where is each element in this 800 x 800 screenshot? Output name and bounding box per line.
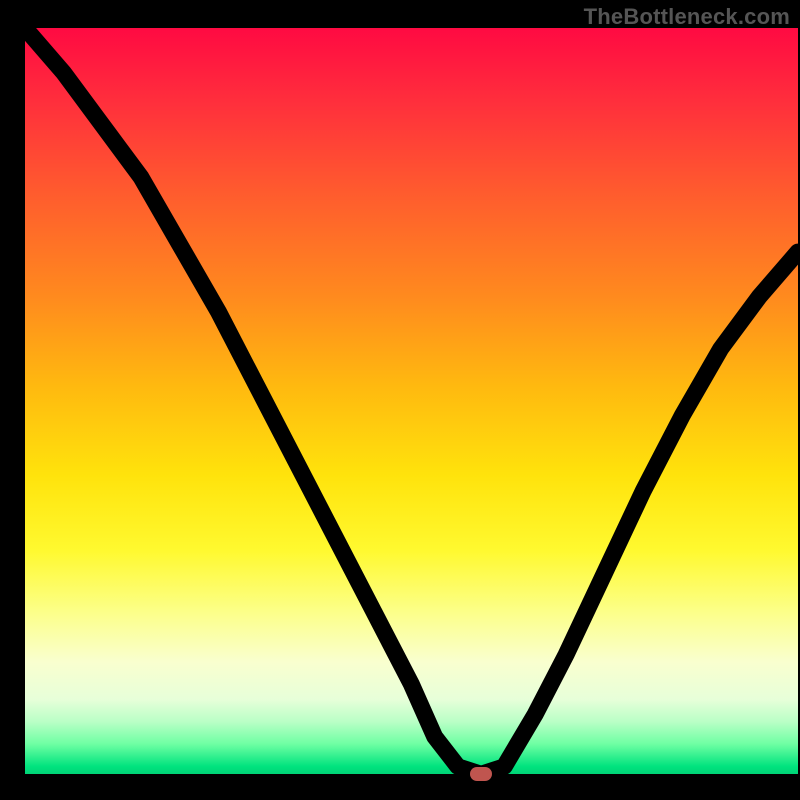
curve-path	[25, 28, 798, 774]
watermark-text: TheBottleneck.com	[584, 4, 790, 30]
chart-frame: TheBottleneck.com	[0, 0, 800, 800]
plot-area	[25, 28, 798, 774]
bottleneck-curve	[25, 28, 798, 774]
optimal-point-marker	[470, 767, 492, 781]
